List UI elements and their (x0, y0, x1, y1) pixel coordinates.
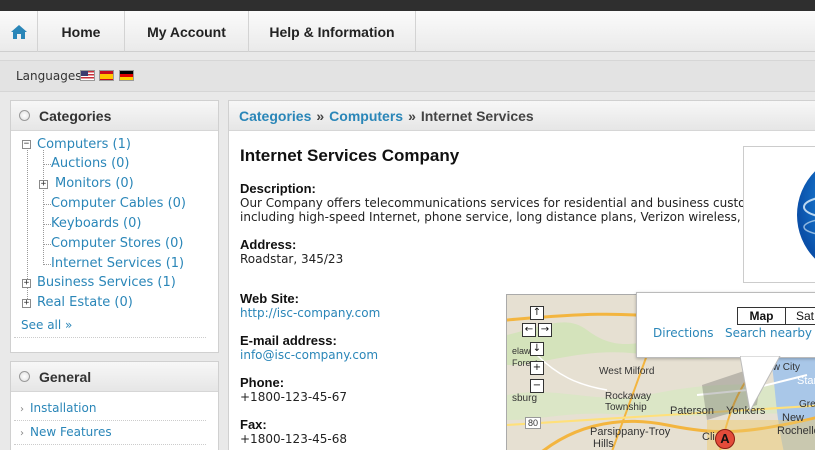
tree-line (43, 150, 44, 265)
pan-left-icon[interactable]: ← (522, 323, 536, 337)
general-title: General (39, 368, 92, 385)
map-type-satellite-button[interactable]: Sat (785, 307, 815, 325)
general-item-new-features[interactable]: › New Features (20, 425, 112, 439)
tree-item-business-services[interactable]: Business Services (1) (37, 275, 176, 290)
phone-label: Phone: (240, 375, 285, 390)
search-nearby-link[interactable]: Search nearby (725, 326, 812, 340)
tree-item-computer-cables[interactable]: Computer Cables (0) (51, 196, 186, 211)
company-logo (743, 146, 815, 283)
map-label: West Milford (599, 366, 655, 377)
pan-right-icon[interactable]: → (538, 323, 552, 337)
expand-icon[interactable]: + (22, 279, 31, 288)
general-item-installation[interactable]: › Installation (20, 401, 96, 415)
address-value: Roadstar, 345/23 (240, 252, 344, 266)
globe-icon (797, 171, 815, 259)
nav-my-account[interactable]: My Account (125, 11, 249, 52)
email-label: E-mail address: (240, 333, 337, 348)
divider (14, 420, 206, 421)
tree-branch (43, 264, 51, 265)
de-flag-icon[interactable] (119, 70, 134, 81)
fax-value: +1800-123-45-68 (240, 432, 348, 446)
description-line-1: Our Company offers telecommunications se… (240, 196, 780, 210)
map-type-map-button[interactable]: Map (737, 307, 786, 325)
nav-home[interactable]: Home (38, 11, 125, 52)
website-label: Web Site: (240, 291, 299, 306)
es-flag-icon[interactable] (99, 70, 114, 81)
tree-branch (43, 204, 51, 205)
tree-item-keyboards[interactable]: Keyboards (0) (51, 216, 141, 231)
tree-branch (43, 224, 51, 225)
categories-title: Categories (39, 107, 112, 124)
description-label: Description: (240, 181, 316, 196)
map-label: Township (605, 402, 647, 413)
popup-pointer (740, 356, 781, 413)
general-item-label: New Features (30, 425, 112, 439)
arrow-icon: › (20, 428, 24, 439)
tree-item-computers[interactable]: Computers (1) (37, 137, 131, 152)
tree-branch (43, 244, 51, 245)
pan-down-icon[interactable]: ↓ (530, 342, 544, 356)
tree-branch (43, 164, 51, 165)
map-label: Greenwich (799, 399, 815, 410)
divider (14, 444, 206, 445)
map-label: Rochelle (777, 425, 815, 437)
map-label: Rockaway (605, 391, 652, 402)
us-flag-icon[interactable] (80, 70, 95, 81)
map-label: Hills (593, 438, 614, 450)
tree-item-computer-stores[interactable]: Computer Stores (0) (51, 236, 183, 251)
zoom-out-icon[interactable]: − (530, 379, 544, 393)
map-info-popup: Directions Search nearby (636, 292, 815, 358)
map-label: sburg (512, 393, 538, 404)
languages-bar: Languages (0, 60, 815, 92)
expand-icon[interactable]: + (22, 299, 31, 308)
bullet-icon (19, 371, 30, 382)
website-link[interactable]: http://isc-company.com (240, 306, 380, 320)
languages-label: Languages (16, 69, 82, 83)
main-nav: Home My Account Help & Information (0, 11, 815, 52)
address-label: Address: (240, 237, 297, 252)
fax-label: Fax: (240, 417, 267, 432)
arrow-icon: › (20, 404, 24, 415)
tree-item-internet-services[interactable]: Internet Services (1) (51, 256, 184, 271)
directions-link[interactable]: Directions (653, 326, 713, 340)
top-strip (0, 0, 815, 11)
bullet-icon (19, 110, 30, 121)
email-link[interactable]: info@isc-company.com (240, 348, 378, 362)
zoom-in-icon[interactable]: + (530, 361, 544, 375)
categories-header: Categories (11, 101, 218, 131)
map-label: Paterson (670, 405, 715, 417)
breadcrumb-computers[interactable]: Computers (329, 108, 403, 124)
map-label: elaw (512, 346, 531, 356)
map-label: Cli (702, 431, 715, 443)
pan-up-icon[interactable]: ↑ (530, 306, 544, 320)
home-button[interactable] (0, 11, 38, 52)
map-marker[interactable]: A (715, 429, 735, 449)
home-icon (10, 24, 27, 39)
listing-title: Internet Services Company (240, 146, 460, 165)
interstate-shield: 80 (525, 417, 542, 429)
collapse-icon[interactable]: − (22, 140, 31, 149)
expand-icon[interactable]: + (39, 180, 48, 189)
general-header: General (11, 362, 218, 392)
breadcrumb-separator: » (408, 107, 416, 124)
breadcrumb-separator: » (316, 107, 325, 124)
breadcrumb-current: Internet Services (420, 107, 534, 124)
map-label: Parsippany-Troy (590, 426, 671, 438)
phone-value: +1800-123-45-67 (240, 390, 348, 404)
tree-item-auctions[interactable]: Auctions (0) (51, 156, 130, 171)
divider (14, 337, 206, 338)
see-all-link[interactable]: See all » (21, 318, 72, 332)
general-item-label: Installation (30, 401, 97, 415)
breadcrumb: Categories » Computers » Internet Servic… (229, 101, 815, 131)
tree-item-real-estate[interactable]: Real Estate (0) (37, 295, 133, 310)
nav-help-information[interactable]: Help & Information (249, 11, 416, 52)
tree-item-monitors[interactable]: Monitors (0) (55, 176, 134, 191)
breadcrumb-categories[interactable]: Categories (239, 108, 311, 124)
description-line-2: including high-speed Internet, phone ser… (240, 210, 756, 224)
